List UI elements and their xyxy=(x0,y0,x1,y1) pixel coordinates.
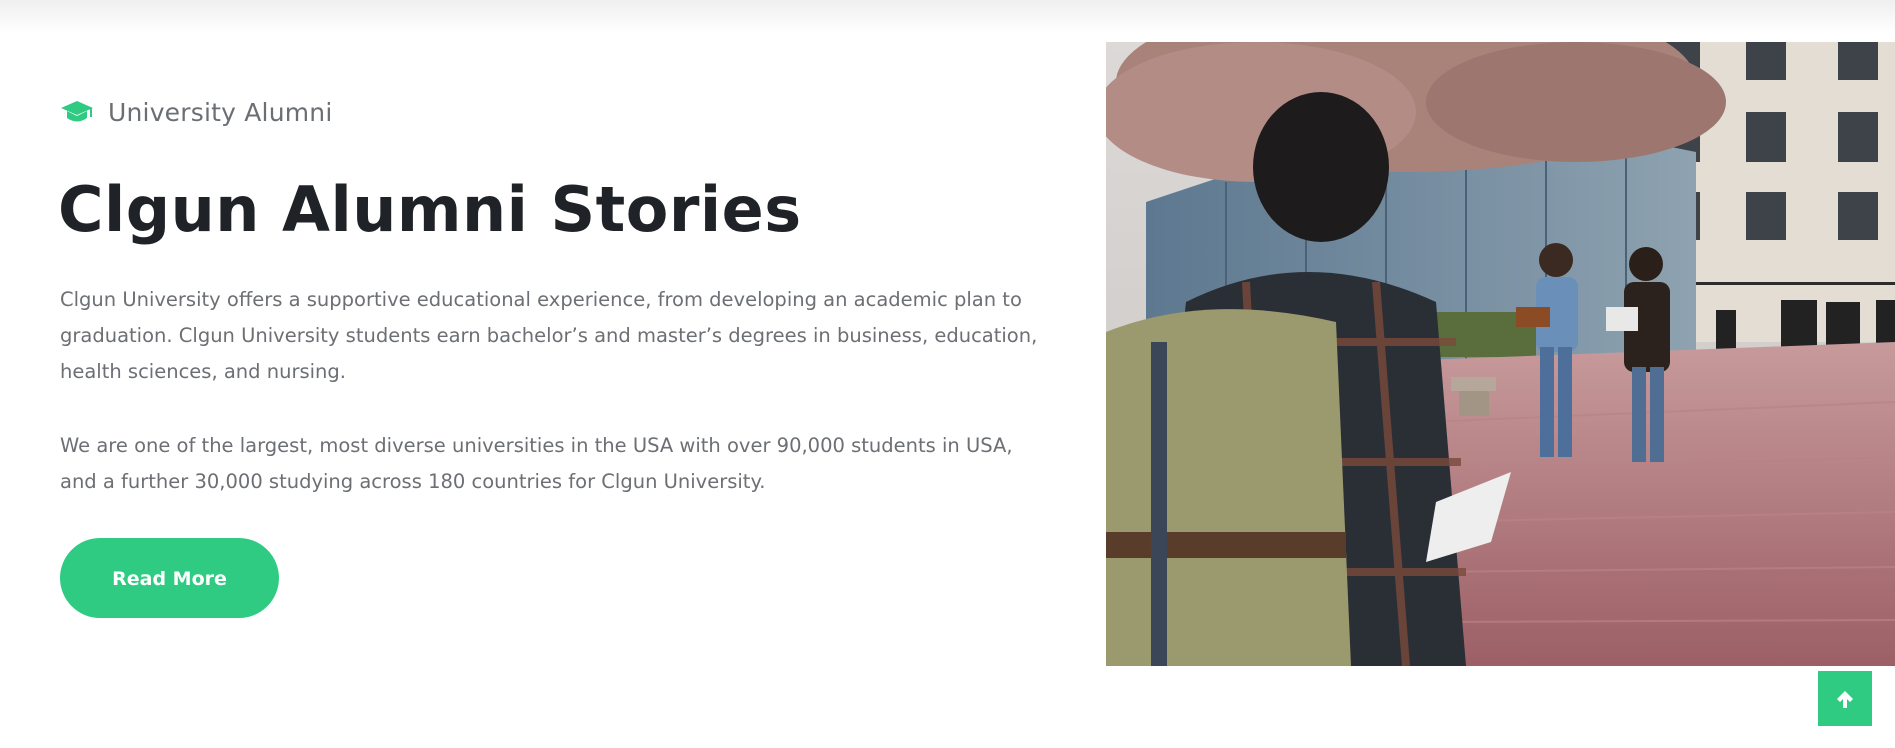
arrow-up-icon xyxy=(1837,690,1853,708)
header-shadow xyxy=(0,0,1895,34)
section-kicker-label: University Alumni xyxy=(108,98,333,127)
graduation-cap-icon xyxy=(60,100,94,126)
back-to-top-button[interactable] xyxy=(1818,671,1872,726)
stats-paragraph: We are one of the largest, most diverse … xyxy=(60,434,1013,493)
page: University Alumni Clgun Alumni Stories C… xyxy=(0,0,1895,748)
read-more-button[interactable]: Read More xyxy=(60,538,279,618)
campus-photo xyxy=(1106,42,1895,666)
section-kicker: University Alumni xyxy=(60,96,333,130)
intro-paragraph: Clgun University offers a supportive edu… xyxy=(60,288,1038,383)
page-title: Clgun Alumni Stories xyxy=(58,173,802,246)
